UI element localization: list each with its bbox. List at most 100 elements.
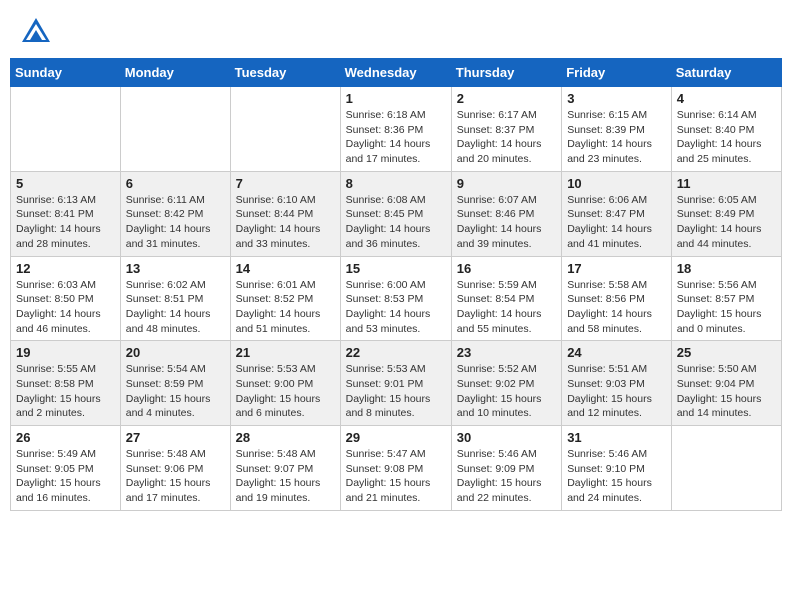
day-number: 10 bbox=[567, 176, 666, 191]
day-cell-18: 18 Sunrise: 5:56 AM Sunset: 8:57 PM Dayli… bbox=[671, 256, 781, 341]
day-info: Sunrise: 6:10 AM Sunset: 8:44 PM Dayligh… bbox=[236, 193, 335, 252]
day-number: 21 bbox=[236, 345, 335, 360]
day-info: Sunrise: 6:06 AM Sunset: 8:47 PM Dayligh… bbox=[567, 193, 666, 252]
weekday-header-sunday: Sunday bbox=[11, 59, 121, 87]
day-number: 11 bbox=[677, 176, 776, 191]
day-info: Sunrise: 5:48 AM Sunset: 9:06 PM Dayligh… bbox=[126, 447, 225, 506]
day-info: Sunrise: 5:46 AM Sunset: 9:10 PM Dayligh… bbox=[567, 447, 666, 506]
calendar-week-2: 5Sunrise: 6:13 AM Sunset: 8:41 PM Daylig… bbox=[11, 171, 782, 256]
empty-cell bbox=[120, 87, 230, 172]
day-number: 22 bbox=[346, 345, 446, 360]
weekday-header-friday: Friday bbox=[562, 59, 672, 87]
weekday-header-wednesday: Wednesday bbox=[340, 59, 451, 87]
day-number: 15 bbox=[346, 261, 446, 276]
day-number: 25 bbox=[677, 345, 776, 360]
day-number: 30 bbox=[457, 430, 556, 445]
day-info: Sunrise: 6:03 AM Sunset: 8:50 PM Dayligh… bbox=[16, 278, 115, 337]
day-info: Sunrise: 5:56 AM Sunset: 8:57 PM Dayligh… bbox=[677, 278, 776, 337]
day-info: Sunrise: 5:54 AM Sunset: 8:59 PM Dayligh… bbox=[126, 362, 225, 421]
day-number: 8 bbox=[346, 176, 446, 191]
day-number: 19 bbox=[16, 345, 115, 360]
day-cell-20: 20 Sunrise: 5:54 AM Sunset: 8:59 PM Dayli… bbox=[120, 341, 230, 426]
weekday-header-thursday: Thursday bbox=[451, 59, 561, 87]
day-cell-9: 9 Sunrise: 6:07 AM Sunset: 8:46 PM Daylig… bbox=[451, 171, 561, 256]
day-info: Sunrise: 6:07 AM Sunset: 8:46 PM Dayligh… bbox=[457, 193, 556, 252]
page-header bbox=[10, 10, 782, 54]
day-number: 16 bbox=[457, 261, 556, 276]
day-cell-14: 14 Sunrise: 6:01 AM Sunset: 8:52 PM Dayli… bbox=[230, 256, 340, 341]
day-info: Sunrise: 6:01 AM Sunset: 8:52 PM Dayligh… bbox=[236, 278, 335, 337]
day-cell-1: 1Sunrise: 6:18 AM Sunset: 8:36 PM Daylig… bbox=[340, 87, 451, 172]
calendar-table: SundayMondayTuesdayWednesdayThursdayFrid… bbox=[10, 58, 782, 511]
day-number: 27 bbox=[126, 430, 225, 445]
day-cell-17: 17 Sunrise: 5:58 AM Sunset: 8:56 PM Dayli… bbox=[562, 256, 672, 341]
day-cell-25: 25 Sunrise: 5:50 AM Sunset: 9:04 PM Dayli… bbox=[671, 341, 781, 426]
logo-icon bbox=[18, 14, 54, 50]
day-cell-26: 26 Sunrise: 5:49 AM Sunset: 9:05 PM Dayli… bbox=[11, 426, 121, 511]
day-cell-22: 22Sunrise: 5:53 AM Sunset: 9:01 PM Dayli… bbox=[340, 341, 451, 426]
day-cell-3: 3 Sunrise: 6:15 AM Sunset: 8:39 PM Daylig… bbox=[562, 87, 672, 172]
calendar-week-3: 12 Sunrise: 6:03 AM Sunset: 8:50 PM Dayli… bbox=[11, 256, 782, 341]
day-number: 23 bbox=[457, 345, 556, 360]
weekday-header-monday: Monday bbox=[120, 59, 230, 87]
day-cell-8: 8 Sunrise: 6:08 AM Sunset: 8:45 PM Daylig… bbox=[340, 171, 451, 256]
day-info: Sunrise: 6:14 AM Sunset: 8:40 PM Dayligh… bbox=[677, 108, 776, 167]
day-number: 18 bbox=[677, 261, 776, 276]
day-info: Sunrise: 5:50 AM Sunset: 9:04 PM Dayligh… bbox=[677, 362, 776, 421]
day-cell-10: 10 Sunrise: 6:06 AM Sunset: 8:47 PM Dayli… bbox=[562, 171, 672, 256]
day-cell-13: 13 Sunrise: 6:02 AM Sunset: 8:51 PM Dayli… bbox=[120, 256, 230, 341]
day-info: Sunrise: 5:53 AM Sunset: 9:00 PM Dayligh… bbox=[236, 362, 335, 421]
day-info: Sunrise: 5:48 AM Sunset: 9:07 PM Dayligh… bbox=[236, 447, 335, 506]
day-cell-21: 21 Sunrise: 5:53 AM Sunset: 9:00 PM Dayli… bbox=[230, 341, 340, 426]
day-cell-4: 4 Sunrise: 6:14 AM Sunset: 8:40 PM Daylig… bbox=[671, 87, 781, 172]
day-info: Sunrise: 6:02 AM Sunset: 8:51 PM Dayligh… bbox=[126, 278, 225, 337]
day-number: 20 bbox=[126, 345, 225, 360]
day-info: Sunrise: 6:00 AM Sunset: 8:53 PM Dayligh… bbox=[346, 278, 446, 337]
day-info: Sunrise: 5:49 AM Sunset: 9:05 PM Dayligh… bbox=[16, 447, 115, 506]
day-number: 26 bbox=[16, 430, 115, 445]
day-cell-30: 30 Sunrise: 5:46 AM Sunset: 9:09 PM Dayli… bbox=[451, 426, 561, 511]
day-number: 17 bbox=[567, 261, 666, 276]
day-info: Sunrise: 6:15 AM Sunset: 8:39 PM Dayligh… bbox=[567, 108, 666, 167]
day-info: Sunrise: 6:05 AM Sunset: 8:49 PM Dayligh… bbox=[677, 193, 776, 252]
calendar-week-5: 26 Sunrise: 5:49 AM Sunset: 9:05 PM Dayli… bbox=[11, 426, 782, 511]
day-info: Sunrise: 5:59 AM Sunset: 8:54 PM Dayligh… bbox=[457, 278, 556, 337]
day-number: 7 bbox=[236, 176, 335, 191]
day-cell-23: 23 Sunrise: 5:52 AM Sunset: 9:02 PM Dayli… bbox=[451, 341, 561, 426]
calendar-week-4: 19 Sunrise: 5:55 AM Sunset: 8:58 PM Dayli… bbox=[11, 341, 782, 426]
weekday-header-row: SundayMondayTuesdayWednesdayThursdayFrid… bbox=[11, 59, 782, 87]
day-number: 14 bbox=[236, 261, 335, 276]
empty-cell bbox=[230, 87, 340, 172]
day-info: Sunrise: 5:46 AM Sunset: 9:09 PM Dayligh… bbox=[457, 447, 556, 506]
day-info: Sunrise: 5:52 AM Sunset: 9:02 PM Dayligh… bbox=[457, 362, 556, 421]
day-cell-15: 15 Sunrise: 6:00 AM Sunset: 8:53 PM Dayli… bbox=[340, 256, 451, 341]
day-number: 6 bbox=[126, 176, 225, 191]
day-number: 5 bbox=[16, 176, 115, 191]
weekday-header-tuesday: Tuesday bbox=[230, 59, 340, 87]
day-cell-19: 19 Sunrise: 5:55 AM Sunset: 8:58 PM Dayli… bbox=[11, 341, 121, 426]
day-info: Sunrise: 5:58 AM Sunset: 8:56 PM Dayligh… bbox=[567, 278, 666, 337]
day-number: 9 bbox=[457, 176, 556, 191]
weekday-header-saturday: Saturday bbox=[671, 59, 781, 87]
day-number: 1 bbox=[346, 91, 446, 106]
day-info: Sunrise: 5:51 AM Sunset: 9:03 PM Dayligh… bbox=[567, 362, 666, 421]
day-cell-7: 7 Sunrise: 6:10 AM Sunset: 8:44 PM Daylig… bbox=[230, 171, 340, 256]
day-cell-2: 2Sunrise: 6:17 AM Sunset: 8:37 PM Daylig… bbox=[451, 87, 561, 172]
day-number: 24 bbox=[567, 345, 666, 360]
empty-cell bbox=[671, 426, 781, 511]
day-number: 13 bbox=[126, 261, 225, 276]
day-info: Sunrise: 6:08 AM Sunset: 8:45 PM Dayligh… bbox=[346, 193, 446, 252]
day-number: 12 bbox=[16, 261, 115, 276]
day-number: 4 bbox=[677, 91, 776, 106]
empty-cell bbox=[11, 87, 121, 172]
day-info: Sunrise: 6:11 AM Sunset: 8:42 PM Dayligh… bbox=[126, 193, 225, 252]
day-cell-31: 31Sunrise: 5:46 AM Sunset: 9:10 PM Dayli… bbox=[562, 426, 672, 511]
day-info: Sunrise: 5:55 AM Sunset: 8:58 PM Dayligh… bbox=[16, 362, 115, 421]
day-cell-6: 6 Sunrise: 6:11 AM Sunset: 8:42 PM Daylig… bbox=[120, 171, 230, 256]
day-cell-16: 16 Sunrise: 5:59 AM Sunset: 8:54 PM Dayli… bbox=[451, 256, 561, 341]
day-number: 3 bbox=[567, 91, 666, 106]
day-cell-27: 27 Sunrise: 5:48 AM Sunset: 9:06 PM Dayli… bbox=[120, 426, 230, 511]
day-cell-24: 24 Sunrise: 5:51 AM Sunset: 9:03 PM Dayli… bbox=[562, 341, 672, 426]
logo bbox=[18, 14, 56, 50]
day-number: 28 bbox=[236, 430, 335, 445]
